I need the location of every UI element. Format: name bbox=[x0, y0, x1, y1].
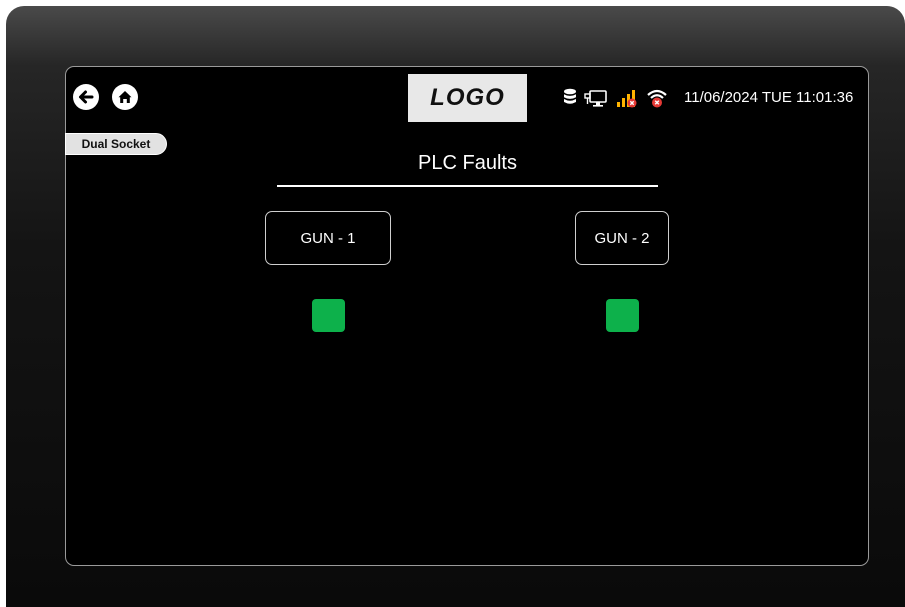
logo: LOGO bbox=[408, 74, 527, 122]
signal-error-icon bbox=[617, 90, 637, 108]
gun-1-button[interactable]: GUN - 1 bbox=[265, 211, 391, 265]
gun-1-status-indicator bbox=[312, 299, 345, 332]
title-divider bbox=[277, 185, 658, 187]
network-monitor-icon bbox=[584, 90, 607, 107]
wifi-error-icon bbox=[647, 89, 667, 108]
dual-socket-tag: Dual Socket bbox=[65, 133, 167, 155]
back-arrow-icon bbox=[79, 90, 94, 104]
hmi-screen: LOGO 11/06/2024 TUE 11:01:36 Dual Socket… bbox=[65, 66, 869, 566]
device-bezel: LOGO 11/06/2024 TUE 11:01:36 Dual Socket… bbox=[6, 6, 905, 607]
status-icons bbox=[563, 87, 668, 109]
page-title: PLC Faults bbox=[418, 152, 517, 174]
home-button[interactable] bbox=[112, 84, 138, 110]
datetime-display: 11/06/2024 TUE 11:01:36 bbox=[684, 89, 854, 106]
gun-2-button[interactable]: GUN - 2 bbox=[575, 211, 669, 265]
back-button[interactable] bbox=[73, 84, 99, 110]
home-icon bbox=[118, 91, 132, 103]
database-icon bbox=[564, 88, 576, 104]
gun-2-status-indicator bbox=[606, 299, 639, 332]
